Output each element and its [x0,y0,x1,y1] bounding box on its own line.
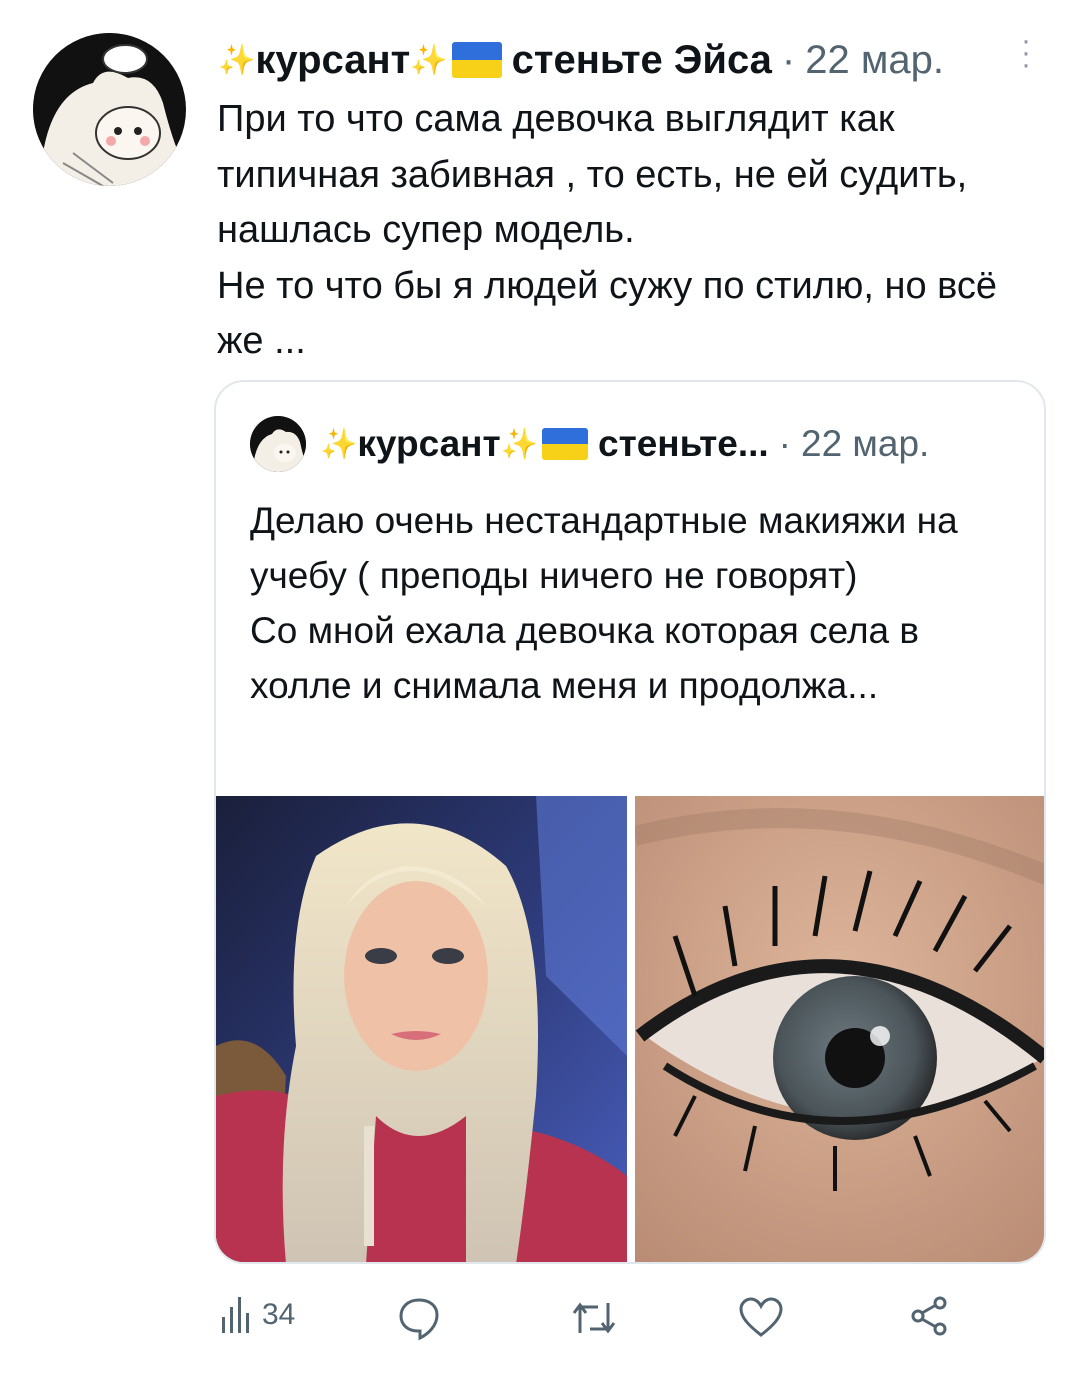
like-button[interactable] [738,1295,784,1339]
share-button[interactable] [908,1295,950,1337]
tweet-date[interactable]: 22 мар. [805,38,944,83]
tweet-paragraph: Не то что бы я людей сужу по стилю, но в… [217,264,998,363]
views-icon [222,1297,249,1333]
quoted-author-name: курсант [357,423,501,464]
tweet-action-bar: 34 [218,1295,978,1355]
author-avatar[interactable] [33,33,186,186]
tweet-header: ✨ курсант ✨ стеньте Эйса · 22 мар. [218,30,1068,90]
quoted-tweet-card[interactable]: ✨ курсант ✨ стеньте... · 22 мар. Делаю о… [214,380,1046,1264]
more-options-icon[interactable]: · · · [1021,26,1031,80]
reply-icon [399,1298,439,1341]
quoted-paragraph: Делаю очень нестандартные макияжи на уче… [250,500,958,596]
quoted-paragraph: Со мной ехала девочка которая села в хол… [250,610,920,706]
selfie-photo[interactable] [216,796,627,1262]
reply-button[interactable] [396,1295,442,1341]
separator: · [778,423,791,464]
author-name[interactable]: курсант [255,38,410,83]
views-count: 34 [262,1298,296,1331]
retweet-button[interactable] [570,1295,618,1341]
share-icon [911,1296,947,1336]
quoted-author-avatar [250,416,306,472]
quoted-date: 22 мар. [801,423,930,464]
separator: · [781,37,796,82]
quoted-author-handle: стеньте... [598,423,769,464]
author-handle[interactable]: стеньте Эйса [512,38,772,83]
quoted-header: ✨ курсант ✨ стеньте... · 22 мар. [250,416,1030,472]
retweet-icon [572,1302,616,1334]
ukraine-flag-icon [451,42,502,78]
sparkle-icon: ✨ [410,43,448,77]
tweet-text: При то что сама девочка выглядит как тип… [217,92,1047,370]
quoted-text: Делаю очень нестандартные макияжи на уче… [250,493,1010,713]
eye-makeup-photo[interactable] [635,796,1044,1262]
views-button[interactable]: 34 [218,1295,295,1335]
sparkle-icon: ✨ [320,427,358,461]
ukraine-flag-icon [542,428,589,460]
heart-icon [739,1297,783,1337]
sparkle-icon: ✨ [500,427,539,461]
sparkle-icon: ✨ [218,43,256,77]
tweet-paragraph: При то что сама девочка выглядит как тип… [217,98,968,251]
